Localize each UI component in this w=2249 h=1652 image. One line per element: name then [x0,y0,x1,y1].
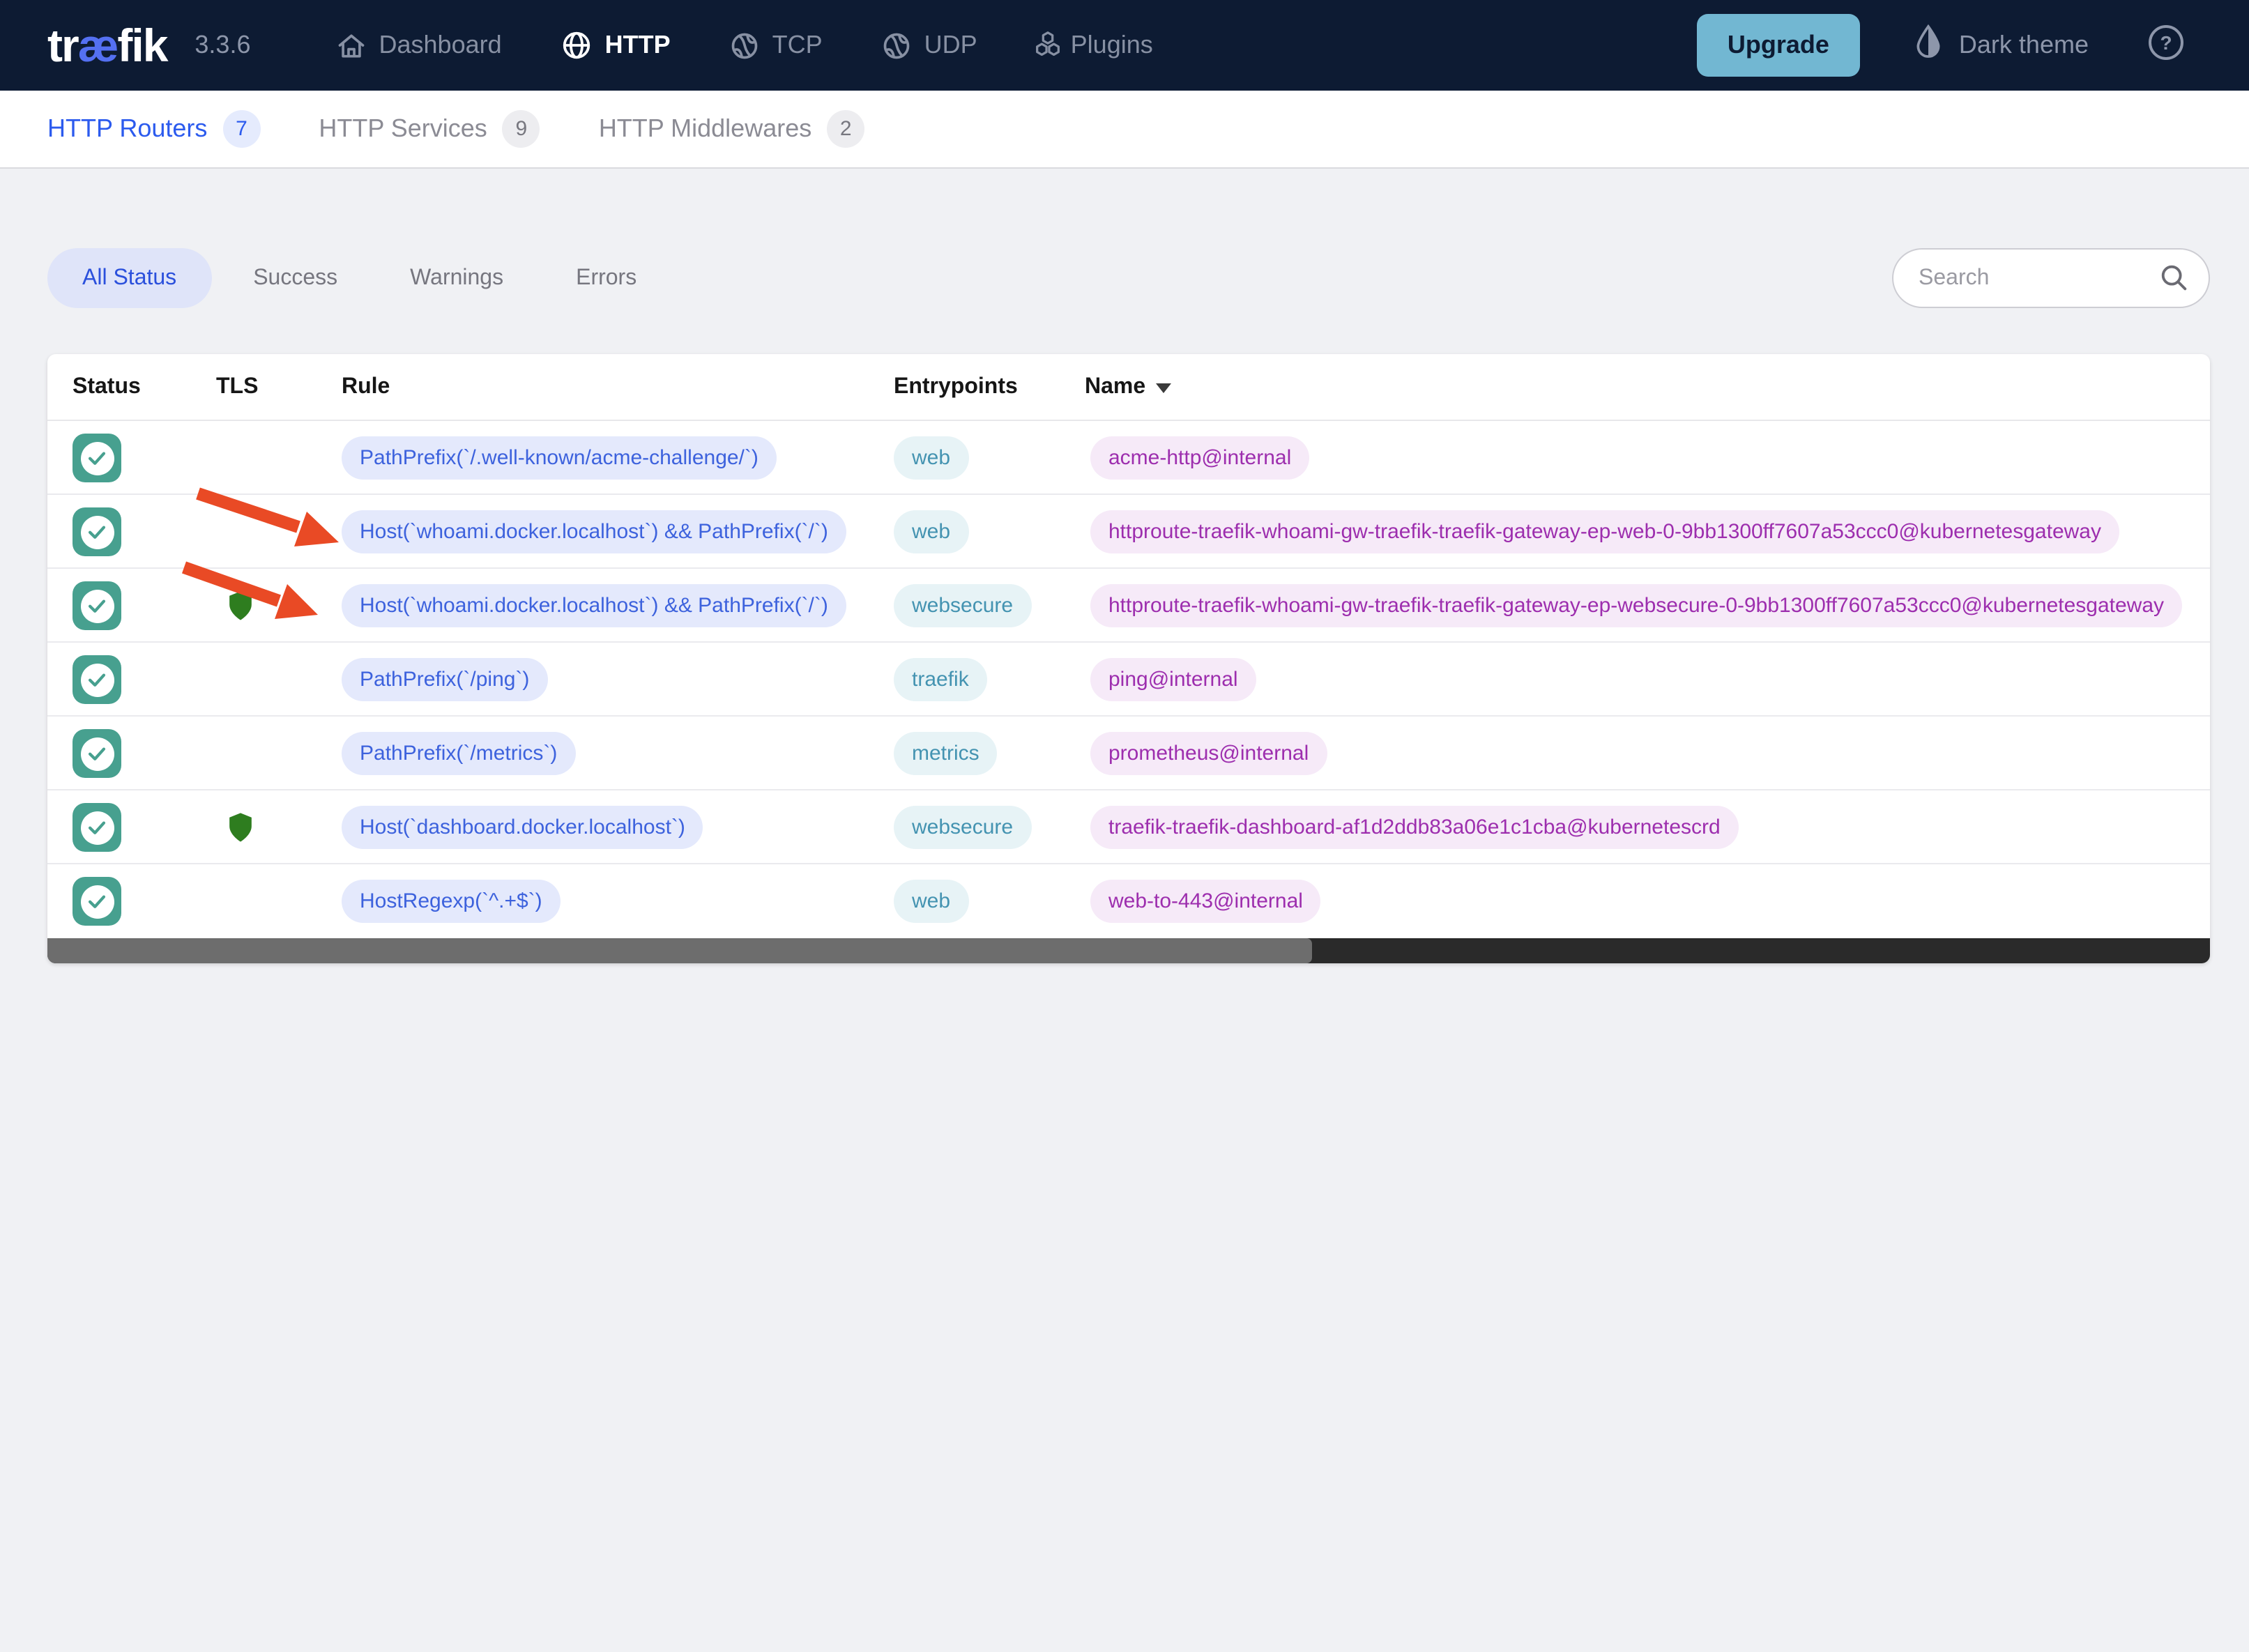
tab-count-badge: 2 [827,110,865,148]
nav-item-dashboard[interactable]: Dashboard [307,30,531,61]
section-tabbar: HTTP Routers 7 HTTP Services 9 HTTP Midd… [0,91,2249,169]
rule-pill: HostRegexp(`^.+$`) [342,880,561,923]
table-row[interactable]: Host(`whoami.docker.localhost`) && PathP… [47,569,2210,643]
table-body: PathPrefix(`/.well-known/acme-challenge/… [47,421,2210,938]
status-ok-icon [73,507,121,556]
theme-label: Dark theme [1958,31,2089,59]
column-header-status: Status [73,375,141,399]
table-row[interactable]: Host(`whoami.docker.localhost`) && PathP… [47,495,2210,569]
status-filters: All Status Success Warnings Errors [47,248,673,308]
search-box [1892,248,2210,308]
router-name-pill: prometheus@internal [1090,732,1327,775]
table-row[interactable]: HostRegexp(`^.+$`) web web-to-443@intern… [47,864,2210,938]
filter-warnings[interactable]: Warnings [374,266,540,291]
status-ok-icon [73,877,121,926]
nav-item-tcp[interactable]: TCP [700,30,852,61]
tls-shield-icon [227,811,254,850]
nav-item-http[interactable]: HTTP [531,29,700,61]
tab-count-badge: 7 [222,110,261,148]
nav-label: Dashboard [379,31,502,59]
nav-item-plugins[interactable]: Plugins [1007,29,1182,61]
table-row[interactable]: Host(`dashboard.docker.localhost`) webse… [47,790,2210,864]
logo-ae: æ [77,19,119,70]
status-ok-icon [73,655,121,704]
sort-caret-icon [1155,375,1171,400]
tab-label: HTTP Middlewares [598,114,812,142]
rule-pill: Host(`whoami.docker.localhost`) && PathP… [342,584,846,627]
nav-label: UDP [924,31,977,59]
entrypoint-pill: traefik [894,658,987,701]
table-row[interactable]: PathPrefix(`/metrics`) metrics prometheu… [47,717,2210,790]
column-header-tls: TLS [216,375,259,399]
nav-label: HTTP [604,31,671,59]
column-header-rule: Rule [342,375,390,399]
filter-all-status[interactable]: All Status [47,248,212,308]
entrypoint-pill: web [894,510,969,553]
column-header-name-sort[interactable]: Name [1085,375,1171,400]
horizontal-scrollbar-thumb[interactable] [47,938,1312,963]
theme-toggle[interactable]: Dark theme [1913,24,2089,67]
status-ok-icon [73,434,121,482]
nav-item-udp[interactable]: UDP [852,30,1007,61]
udp-icon [881,30,912,61]
table-header-row: Status TLS Rule Entrypoints Name [47,354,2210,421]
router-name-pill: httproute-traefik-whoami-gw-traefik-trae… [1090,510,2119,553]
rule-pill: PathPrefix(`/metrics`) [342,732,576,775]
search-icon [2158,262,2190,301]
toolbar: All Status Success Warnings Errors [47,248,2210,308]
table-row[interactable]: PathPrefix(`/.well-known/acme-challenge/… [47,421,2210,495]
nav-label: TCP [772,31,823,59]
traefik-dashboard-page: træfik 3.3.6 Dashboard HTTP TCP UDP Plug… [0,0,2249,1652]
routers-table-card: Status TLS Rule Entrypoints Name PathPre… [47,354,2210,963]
entrypoint-pill: metrics [894,732,998,775]
tab-http-middlewares[interactable]: HTTP Middlewares 2 [598,110,865,148]
status-ok-icon [73,581,121,630]
tab-http-services[interactable]: HTTP Services 9 [319,110,540,148]
entrypoint-pill: websecure [894,806,1032,849]
router-name-pill: traefik-traefik-dashboard-af1d2ddb83a06e… [1090,806,1739,849]
tab-http-routers[interactable]: HTTP Routers 7 [47,110,261,148]
rule-pill: PathPrefix(`/ping`) [342,658,548,701]
navbar-right: Upgrade Dark theme ? [1696,14,2249,77]
status-ok-icon [73,803,121,852]
version-label: 3.3.6 [195,31,251,59]
filter-success[interactable]: Success [217,266,374,291]
filter-errors[interactable]: Errors [540,266,673,291]
traefik-logo[interactable]: træfik [47,19,168,72]
plugins-icon [1032,29,1064,61]
help-icon[interactable]: ? [2147,23,2185,68]
status-ok-icon [73,729,121,778]
droplet-icon [1913,24,1944,67]
rule-pill: Host(`dashboard.docker.localhost`) [342,806,703,849]
nav-label: Plugins [1070,31,1153,59]
main-nav: Dashboard HTTP TCP UDP Plugins [307,29,1182,61]
router-name-pill: httproute-traefik-whoami-gw-traefik-trae… [1090,584,2183,627]
home-icon [336,30,367,61]
entrypoint-pill: web [894,880,969,923]
tab-count-badge: 9 [502,110,540,148]
tab-label: HTTP Routers [47,114,208,142]
top-navbar: træfik 3.3.6 Dashboard HTTP TCP UDP Plug… [0,0,2249,91]
logo-text: fik [117,19,168,70]
logo-text: tr [47,19,79,70]
table-row[interactable]: PathPrefix(`/ping`) traefik ping@interna… [47,643,2210,717]
help-glyph: ? [2160,31,2172,53]
upgrade-button[interactable]: Upgrade [1696,14,1860,77]
router-name-pill: web-to-443@internal [1090,880,1321,923]
router-name-pill: acme-http@internal [1090,436,1310,480]
globe-icon [561,29,593,61]
rule-pill: Host(`whoami.docker.localhost`) && PathP… [342,510,846,553]
column-header-entrypoints: Entrypoints [894,375,1018,399]
tab-label: HTTP Services [319,114,487,142]
router-name-pill: ping@internal [1090,658,1256,701]
column-header-name: Name [1085,375,1146,399]
rule-pill: PathPrefix(`/.well-known/acme-challenge/… [342,436,777,480]
entrypoint-pill: websecure [894,584,1032,627]
tcp-icon [729,30,760,61]
horizontal-scrollbar-track [47,938,2210,963]
tls-shield-icon [227,590,254,629]
entrypoint-pill: web [894,436,969,480]
